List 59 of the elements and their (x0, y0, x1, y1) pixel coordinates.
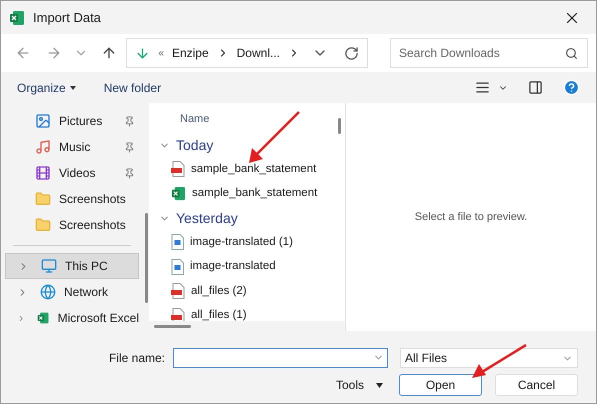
search-icon (565, 47, 578, 60)
right-arrow-icon (46, 45, 62, 61)
search-field[interactable]: Search Downloads (390, 38, 588, 68)
view-list-icon[interactable] (475, 80, 490, 95)
sidebar-item[interactable]: Screenshots (1, 212, 143, 238)
pdf-file-icon (171, 161, 185, 178)
folder-icon (35, 217, 51, 233)
sidebar-item[interactable]: Music (1, 134, 143, 160)
spreadsheet-icon (37, 310, 50, 326)
cancel-button[interactable]: Cancel (495, 374, 578, 396)
sidebar-item[interactable]: Pictures (1, 108, 143, 134)
sidebar-item[interactable]: Network (5, 279, 139, 306)
annotation-arrow (247, 110, 301, 165)
picture-icon (35, 113, 51, 129)
preview-pane-icon[interactable] (528, 80, 543, 95)
annotation-arrow (470, 343, 528, 380)
download-icon (135, 46, 150, 60)
sidebar-item[interactable]: This PC (5, 252, 139, 280)
image-file-icon (171, 258, 184, 275)
overflow-indicator: « (157, 46, 165, 60)
file-item[interactable]: sample_bank_statement (159, 182, 335, 206)
file-name-label: File name: (108, 350, 165, 367)
breadcrumb[interactable]: Downl... (236, 44, 280, 62)
folder-icon (35, 191, 51, 207)
file-item[interactable]: image-translated (1) (159, 230, 335, 254)
scrollbar-thumb[interactable] (338, 118, 341, 134)
spreadsheet-file-icon (171, 186, 186, 202)
image-file-icon (171, 234, 184, 250)
breadcrumb[interactable]: Enzipe (172, 44, 209, 62)
file-type-select[interactable]: All Files (400, 348, 578, 368)
app-icon (9, 10, 25, 26)
sidebar-item[interactable]: Videos (1, 160, 143, 186)
monitor-icon (41, 258, 57, 274)
organize-button[interactable]: Organize (13, 78, 80, 96)
help-icon[interactable] (563, 79, 580, 96)
scrollbar-thumb[interactable] (154, 324, 191, 328)
caret-icon (376, 382, 383, 388)
file-item[interactable]: sample_bank_statement (159, 157, 335, 182)
column-header[interactable]: Name (159, 111, 335, 133)
tools-button[interactable]: Tools (336, 376, 383, 394)
music-note-icon (35, 139, 51, 155)
address-bar[interactable]: « Enzipe Downl... (126, 38, 368, 68)
group-header[interactable]: Yesterday (159, 206, 335, 230)
window-title: Import Data (33, 8, 101, 27)
file-item[interactable]: all_files (2) (159, 279, 335, 304)
sidebar-item[interactable]: Microsoft Excel (5, 305, 139, 331)
refresh-icon[interactable] (344, 46, 359, 60)
caret-icon (70, 86, 76, 90)
file-name-field[interactable] (173, 348, 388, 368)
open-button[interactable]: Open (399, 374, 482, 396)
scrollbar-thumb[interactable] (144, 213, 148, 303)
network-icon (40, 284, 56, 300)
preview-message: Select a file to preview. (414, 210, 528, 225)
film-icon (35, 165, 51, 181)
file-item[interactable]: image-translated (159, 254, 335, 279)
sidebar-item[interactable]: Screenshots (1, 186, 143, 212)
group-header[interactable]: Today (159, 133, 335, 157)
pdf-file-icon (171, 283, 185, 300)
new-folder-button[interactable]: New folder (100, 78, 166, 96)
